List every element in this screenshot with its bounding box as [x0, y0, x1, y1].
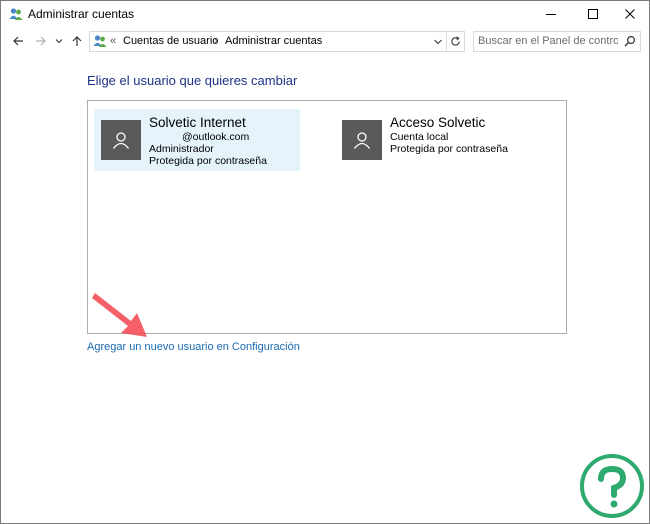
- watermark-logo: [580, 454, 644, 518]
- navigation-bar: « Cuentas de usuario › Administrar cuent…: [1, 28, 649, 54]
- window-title: Administrar cuentas: [28, 7, 135, 21]
- title-bar: Administrar cuentas: [1, 1, 649, 27]
- up-arrow-icon: [72, 36, 82, 46]
- pointer-arrow-icon: [92, 293, 147, 337]
- avatar: [342, 120, 382, 160]
- maximize-button[interactable]: [574, 1, 612, 27]
- minimize-icon: [546, 14, 556, 15]
- avatar: [101, 120, 141, 160]
- user-account-type: Cuenta local: [390, 131, 449, 143]
- user-email: @outlook.com: [182, 131, 250, 143]
- address-overflow[interactable]: «: [110, 35, 116, 47]
- close-button[interactable]: [611, 1, 649, 27]
- close-icon: [625, 9, 635, 19]
- search-icon[interactable]: [624, 35, 636, 47]
- user-role: Administrador: [149, 143, 214, 155]
- refresh-button[interactable]: [446, 31, 465, 52]
- address-dropdown-button[interactable]: [432, 36, 444, 48]
- address-dropdown-icon: [434, 39, 442, 45]
- window: Administrar cuentas « Cuentas de usuario…: [0, 0, 650, 524]
- search-input[interactable]: [478, 33, 618, 49]
- user-protection: Protegida por contraseña: [149, 155, 267, 167]
- user-tile-solvetic-internet[interactable]: Solvetic Internet @outlook.com Administr…: [94, 109, 300, 171]
- user-name: Acceso Solvetic: [390, 115, 486, 130]
- recent-locations-button[interactable]: [54, 32, 64, 50]
- user-accounts-icon: [9, 7, 23, 21]
- maximize-icon: [588, 9, 598, 19]
- user-accounts-icon: [93, 34, 107, 48]
- back-arrow-icon: [13, 36, 23, 46]
- page-heading: Elige el usuario que quieres cambiar: [87, 73, 298, 88]
- forward-arrow-icon: [36, 36, 46, 46]
- minimize-button[interactable]: [532, 1, 570, 27]
- address-bar[interactable]: « Cuentas de usuario › Administrar cuent…: [89, 31, 447, 52]
- user-list-panel: Solvetic Internet @outlook.com Administr…: [87, 100, 567, 334]
- user-tile-acceso-solvetic[interactable]: Acceso Solvetic Cuenta local Protegida p…: [335, 109, 541, 171]
- user-protection: Protegida por contraseña: [390, 143, 508, 155]
- search-box[interactable]: [473, 31, 641, 52]
- user-silhouette-icon: [112, 132, 130, 149]
- add-new-user-link[interactable]: Agregar un nuevo usuario en Configuració…: [87, 341, 300, 353]
- refresh-icon: [451, 36, 460, 46]
- up-button[interactable]: [69, 32, 85, 50]
- user-silhouette-icon: [353, 132, 371, 149]
- breadcrumb-separator: ›: [214, 35, 218, 47]
- recent-dropdown-icon: [55, 39, 63, 44]
- breadcrumb-administrar-cuentas[interactable]: Administrar cuentas: [225, 35, 322, 47]
- back-button[interactable]: [10, 32, 26, 50]
- forward-button[interactable]: [33, 32, 49, 50]
- user-name: Solvetic Internet: [149, 115, 246, 130]
- breadcrumb-cuentas-de-usuario[interactable]: Cuentas de usuario: [123, 35, 218, 47]
